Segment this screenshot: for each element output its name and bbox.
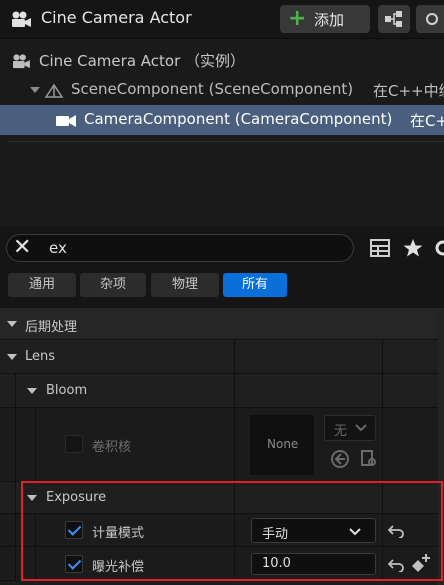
category-lens[interactable]: Lens <box>0 340 444 374</box>
favorite-star-icon[interactable] <box>402 238 424 258</box>
scene-component-icon <box>44 83 64 98</box>
add-component-button[interactable]: + 添加 <box>280 5 370 33</box>
highlight-box <box>21 481 443 581</box>
filter-tabs: 通用 杂项 物理 所有 <box>0 270 444 302</box>
tree-row-cameracomponent[interactable]: CameraComponent (CameraComponent) 在C++ <box>0 105 444 135</box>
category-bloom[interactable]: Bloom <box>0 374 444 408</box>
clear-search-icon[interactable]: ✕ <box>13 235 31 260</box>
tab-misc[interactable]: 杂项 <box>80 273 146 297</box>
tree-divider <box>8 141 444 142</box>
tab-physics[interactable]: 物理 <box>151 273 219 297</box>
tab-all[interactable]: 所有 <box>223 273 287 297</box>
expand-arrow-icon[interactable] <box>30 87 40 93</box>
category-label: 后期处理 <box>25 320 78 335</box>
blueprint-icon <box>385 11 402 27</box>
browse-asset-icon[interactable] <box>360 449 378 469</box>
blueprint-button[interactable] <box>378 5 410 33</box>
tree-row-label: CameraComponent (CameraComponent) <box>84 110 393 128</box>
collapse-arrow-icon[interactable] <box>7 354 17 360</box>
search-field[interactable]: ✕ ex <box>6 234 354 262</box>
camera-icon <box>56 115 76 127</box>
add-button-label: 添加 <box>314 11 345 29</box>
camera-actor-icon <box>12 11 31 27</box>
collapse-arrow-icon[interactable] <box>27 388 37 394</box>
details-header: Cine Camera Actor + 添加 <box>0 0 444 38</box>
category-label: Bloom <box>46 383 88 398</box>
search-input[interactable]: ex <box>49 239 67 257</box>
tree-row-origin: 在C++ <box>410 112 444 130</box>
tree-row-label: SceneComponent (SceneComponent) <box>71 80 354 98</box>
category-postprocess[interactable]: 后期处理 <box>0 308 444 340</box>
texture-thumbnail[interactable]: None <box>250 415 314 475</box>
tree-row-label: Cine Camera Actor （实例） <box>39 52 246 70</box>
table-view-icon[interactable] <box>369 238 391 258</box>
collapse-arrow-icon[interactable] <box>7 321 17 327</box>
tree-row-origin: 在C++中编 <box>373 82 444 100</box>
texture-asset-dropdown[interactable]: 无 <box>324 415 376 441</box>
tree-row-scenecomponent[interactable]: SceneComponent (SceneComponent) 在C++中编 <box>0 75 444 105</box>
add-plus-icon: + <box>288 6 307 31</box>
settings-button[interactable] <box>416 5 444 33</box>
settings-gear-icon[interactable] <box>432 238 444 258</box>
actor-title: Cine Camera Actor <box>41 8 192 27</box>
override-checkbox[interactable] <box>65 435 83 453</box>
dropdown-value: 无 <box>334 424 348 439</box>
tree-row-actor[interactable]: Cine Camera Actor （实例） <box>0 45 444 75</box>
property-row-convolution: 卷积核 None 无 <box>0 408 444 482</box>
texture-none-label: None <box>267 437 299 451</box>
component-tree: Cine Camera Actor （实例） SceneComponent (S… <box>0 38 444 226</box>
camera-actor-icon <box>13 54 30 69</box>
use-selected-asset-icon[interactable] <box>330 449 350 469</box>
category-label: Lens <box>25 349 56 364</box>
tab-general[interactable]: 通用 <box>8 273 76 297</box>
settings-icon <box>426 13 438 25</box>
chevron-down-icon <box>355 424 367 432</box>
property-label: 卷积核 <box>92 440 132 455</box>
